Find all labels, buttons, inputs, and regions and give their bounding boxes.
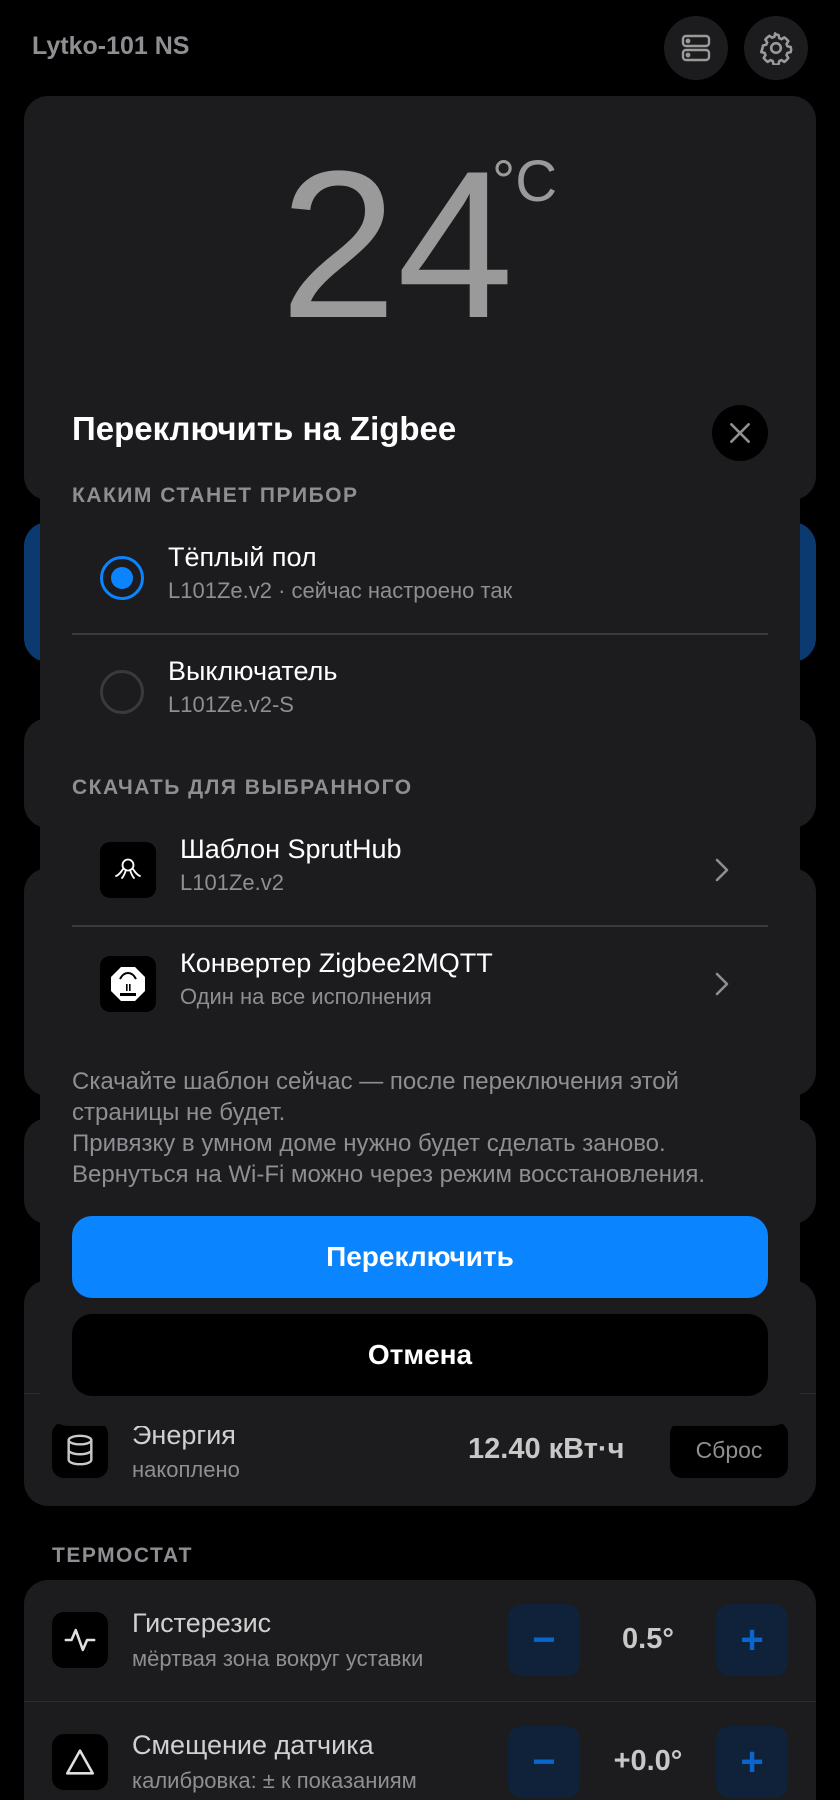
chevron-right-icon [715, 972, 729, 996]
hysteresis-minus-button[interactable]: − [508, 1604, 580, 1676]
close-icon [730, 423, 750, 443]
modal-title: Переключить на Zigbee [72, 410, 457, 447]
hysteresis-plus-button[interactable]: + [716, 1604, 788, 1676]
option-switch[interactable]: Выключатель L101Ze.v2-S [72, 636, 768, 748]
note-line: Скачайте шаблон сейчас — после переключе… [72, 1068, 679, 1126]
close-button[interactable] [712, 405, 768, 461]
confirm-switch-button[interactable]: Переключить [72, 1216, 768, 1298]
energy-subtitle: накоплено [132, 1457, 240, 1482]
server-button[interactable] [664, 16, 728, 80]
offset-title: Смещение датчика [132, 1730, 374, 1760]
zigbee2mqtt-logo-icon [100, 956, 156, 1012]
gear-icon [759, 32, 793, 65]
note-line: Привязку в умном доме нужно будет сделат… [72, 1130, 666, 1157]
section-label-device: КАКИМ СТАНЕТ ПРИБОР [72, 484, 359, 507]
database-icon [67, 1434, 93, 1466]
hysteresis-value: 0.5° [622, 1623, 674, 1655]
download-title: Конвертер Zigbee2MQTT [180, 948, 493, 978]
offset-plus-button[interactable]: + [716, 1726, 788, 1798]
app-title: Lytko-101 NS [32, 32, 190, 60]
download-subtitle: L101Ze.v2 [180, 870, 284, 895]
download-zigbee2mqtt[interactable]: Конвертер Zigbee2MQTT Один на все исполн… [72, 928, 768, 1040]
triangle-icon [65, 1749, 95, 1775]
divider [24, 1701, 816, 1702]
option-subtitle: L101Ze.v2-S [168, 692, 294, 717]
temperature-unit: °C [492, 149, 558, 214]
option-title: Выключатель [168, 656, 338, 686]
section-label-thermostat: ТЕРМОСТАТ [52, 1544, 193, 1567]
divider [72, 633, 768, 635]
offset-value: +0.0° [613, 1745, 683, 1777]
radio-unselected[interactable] [100, 670, 144, 714]
reset-button[interactable]: Сброс [670, 1422, 788, 1478]
hysteresis-title: Гистерезис [132, 1608, 272, 1638]
warning-note: Скачайте шаблон сейчас — после переключе… [72, 1066, 772, 1190]
energy-icon-box [52, 1422, 108, 1478]
settings-button[interactable] [744, 16, 808, 80]
option-warm-floor[interactable]: Тёплый пол L101Ze.v2 · сейчас настроено … [72, 522, 768, 634]
temperature-value: 24 [280, 127, 514, 362]
divider [72, 925, 768, 927]
hysteresis-subtitle: мёртвая зона вокруг уставки [132, 1646, 424, 1671]
energy-value: 12.40 кВт·ч [468, 1433, 625, 1465]
switch-zigbee-modal: Переключить на Zigbee КАКИМ СТАНЕТ ПРИБО… [40, 372, 800, 1426]
download-subtitle: Один на все исполнения [180, 984, 432, 1009]
pulse-icon [64, 1628, 96, 1652]
cancel-button[interactable]: Отмена [72, 1314, 768, 1396]
offset-icon-box [52, 1734, 108, 1790]
offset-minus-button[interactable]: − [508, 1726, 580, 1798]
download-title: Шаблон SprutHub [180, 834, 402, 864]
server-icon [681, 34, 711, 62]
option-title: Тёплый пол [168, 542, 317, 572]
download-spruthub[interactable]: Шаблон SprutHub L101Ze.v2 [72, 814, 768, 926]
spruthub-logo-icon [100, 842, 156, 898]
chevron-right-icon [715, 858, 729, 882]
note-line: Вернуться на Wi-Fi можно через режим вос… [72, 1161, 706, 1188]
option-subtitle: L101Ze.v2 · сейчас настроено так [168, 578, 513, 603]
radio-selected[interactable] [100, 556, 144, 600]
section-label-download: СКАЧАТЬ ДЛЯ ВЫБРАННОГО [72, 776, 413, 799]
offset-subtitle: калибровка: ± к показаниям [132, 1768, 417, 1793]
hysteresis-icon-box [52, 1612, 108, 1668]
